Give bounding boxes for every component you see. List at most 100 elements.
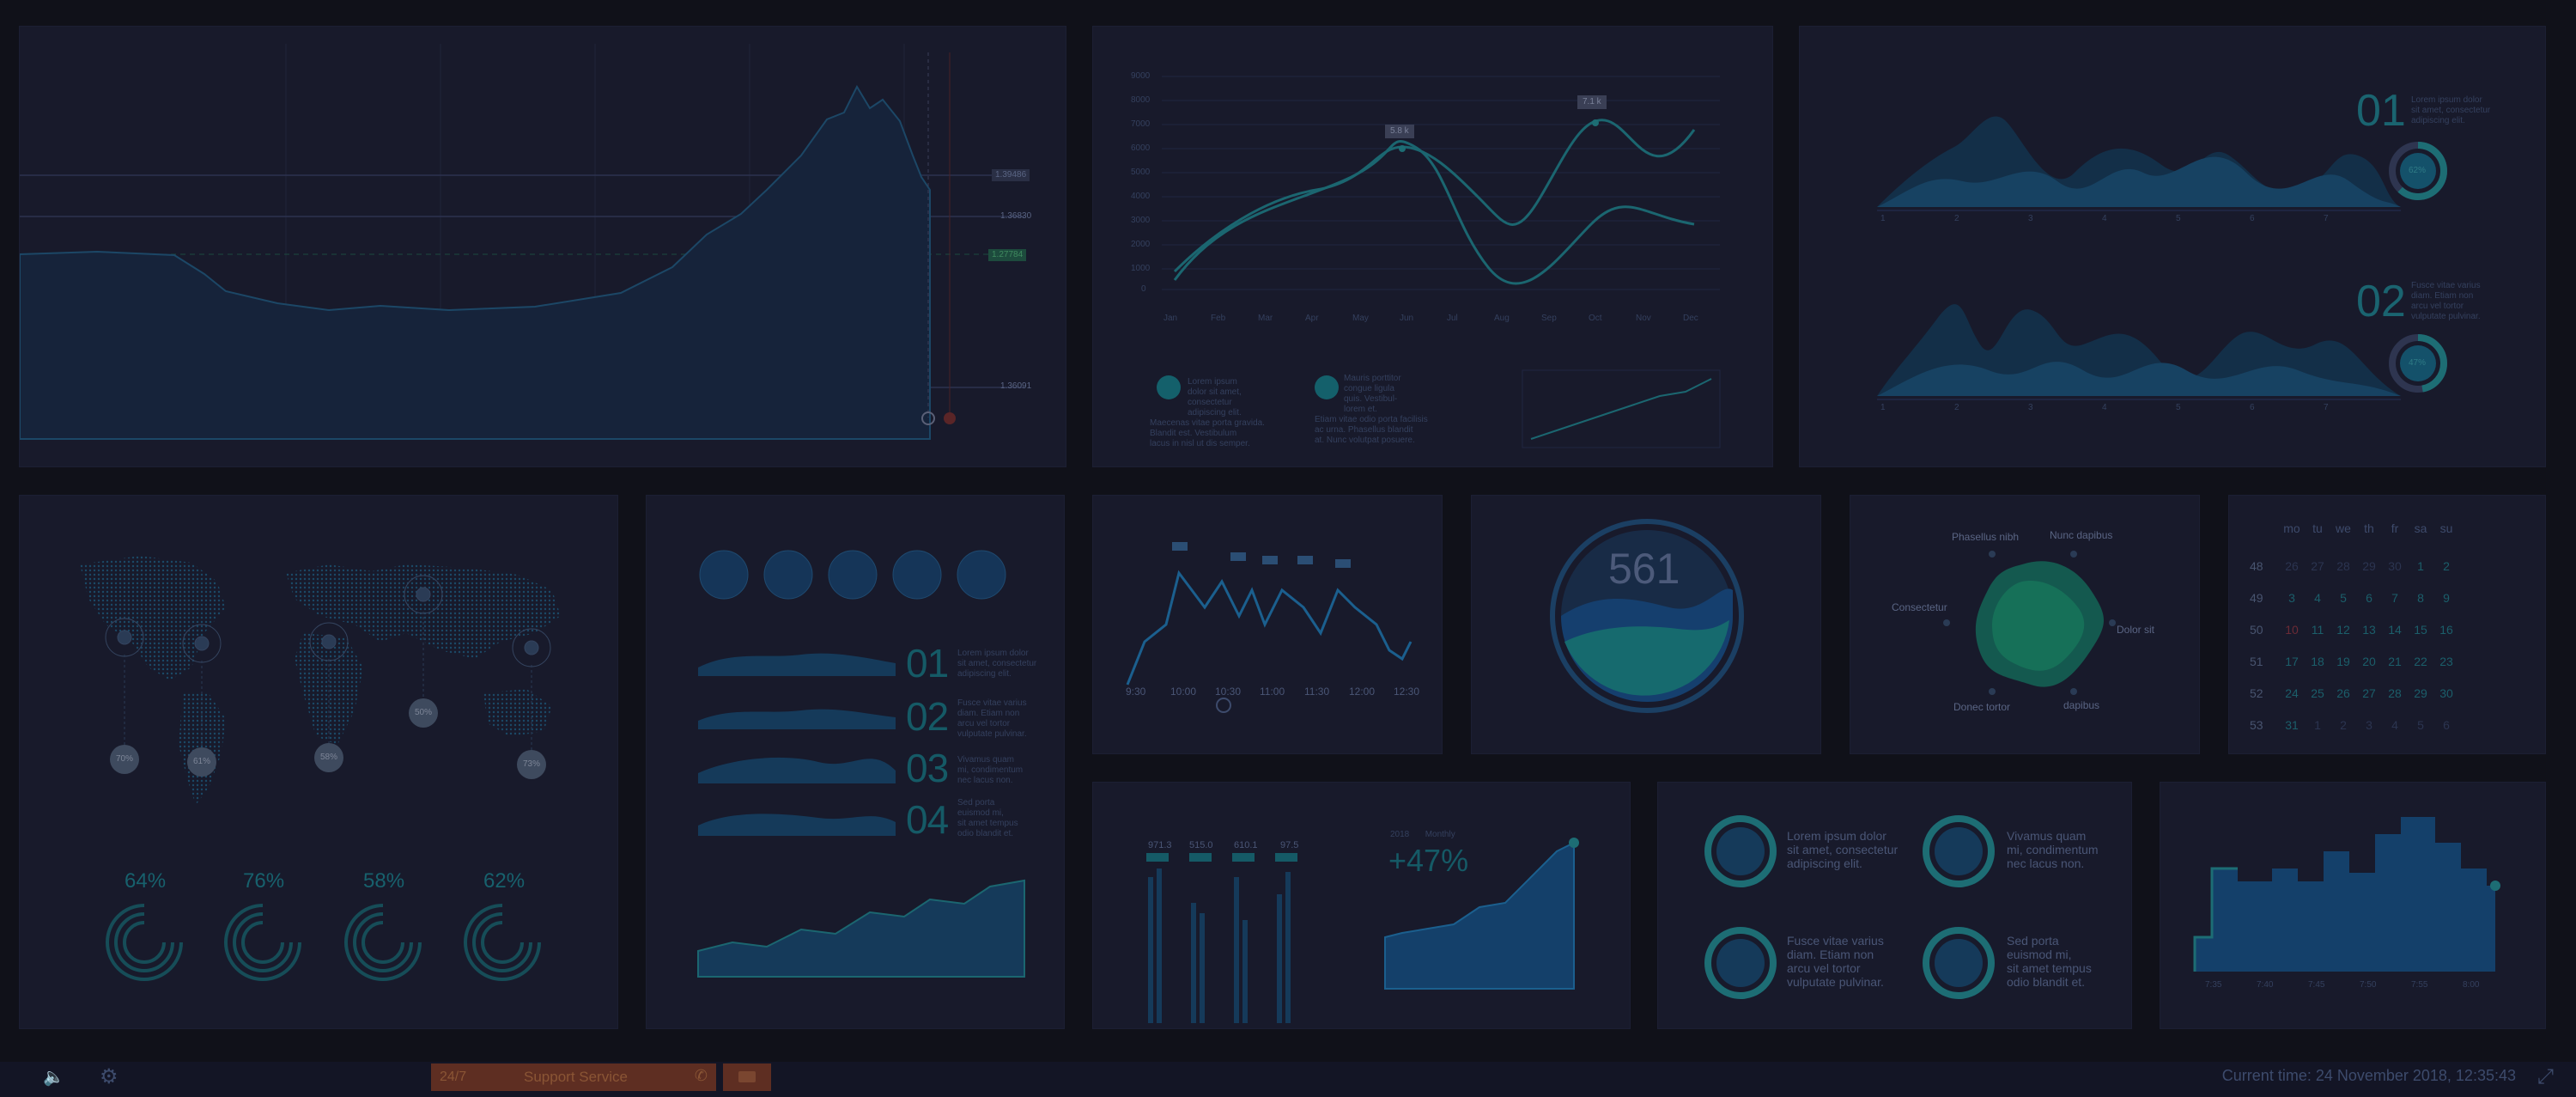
calendar-day[interactable]: 4 — [2382, 710, 2408, 740]
calendar-day[interactable]: 12 — [2330, 614, 2356, 645]
weekday: tu — [2312, 521, 2323, 535]
list-text: euismod mi, — [957, 808, 1004, 818]
y-tick: 2000 — [1131, 240, 1151, 249]
calendar-day[interactable]: 21 — [2382, 646, 2408, 677]
calendar-day[interactable]: 29 — [2356, 551, 2382, 582]
x-tick: 7:40 — [2257, 980, 2274, 990]
y-tick: 1000 — [1131, 264, 1151, 273]
calendar-day[interactable]: 16 — [2433, 614, 2459, 645]
circle-text: nec lacus non. — [2007, 856, 2085, 870]
calendar-day[interactable]: 26 — [2330, 678, 2356, 709]
x-tick: 9:30 — [1126, 686, 1146, 698]
line-chart-panel: 9000 8000 7000 6000 5000 4000 3000 2000 … — [1092, 26, 1773, 467]
x-tick: 7:45 — [2308, 980, 2325, 990]
calendar-day[interactable]: 25 — [2305, 678, 2330, 709]
list-number: 02 — [906, 694, 949, 739]
calendar-day[interactable]: 6 — [2433, 710, 2459, 740]
calendar-day[interactable]: 19 — [2330, 646, 2356, 677]
calendar-day[interactable]: 27 — [2305, 551, 2330, 582]
item-2-text: Fusce vitae varius diam. Etiam non arcu … — [2411, 281, 2481, 322]
calendar-day[interactable]: 4 — [2305, 582, 2330, 613]
week-number: 51 — [2250, 655, 2263, 668]
list-text: sit amet, consectetur — [957, 659, 1037, 668]
circle-text: Sed porta — [2007, 934, 2059, 948]
price-label: 1.39486 — [992, 169, 1030, 181]
item-text: vulputate pulvinar. — [2411, 312, 2481, 321]
calendar-day[interactable]: 15 — [2408, 614, 2433, 645]
wave-gauge — [1550, 519, 1744, 713]
support-service-button[interactable]: 24/7 Support Service ✆ — [431, 1063, 716, 1091]
calendar-day[interactable]: 5 — [2330, 582, 2356, 613]
circle-stats — [1704, 815, 1995, 999]
legend-line: Etiam vitae odio porta facilisis — [1315, 415, 1428, 424]
list-text: Fusce vitae varius — [957, 698, 1027, 708]
weekday: mo — [2283, 521, 2300, 535]
legend-line: dolor sit amet, — [1188, 387, 1242, 397]
time-cursor-icon[interactable] — [1216, 698, 1231, 713]
item-1-text: Lorem ipsum dolor sit amet, consectetur … — [2411, 95, 2490, 126]
volume-icon[interactable]: 🔈 — [43, 1066, 64, 1088]
legend-1-more: Maecenas vitae porta gravida. Blandit es… — [1150, 418, 1265, 449]
calendar-day[interactable]: 18 — [2305, 646, 2330, 677]
week-number: 48 — [2250, 559, 2263, 573]
calendar-day[interactable]: 26 — [2279, 551, 2305, 582]
list-item-text: Sed porta euismod mi, sit amet tempus od… — [957, 798, 1018, 839]
calendar-day[interactable]: 24 — [2279, 678, 2305, 709]
calendar-day[interactable]: 1 — [2408, 551, 2433, 582]
legend-line: Maecenas vitae porta gravida. — [1150, 418, 1265, 428]
calendar-day[interactable]: 2 — [2433, 551, 2459, 582]
calendar-week: 49 3 4 5 6 7 8 9 — [2250, 582, 2459, 614]
mail-button[interactable] — [723, 1063, 771, 1091]
calendar-day[interactable]: 20 — [2356, 646, 2382, 677]
calendar-day[interactable]: 14 — [2382, 614, 2408, 645]
calendar-header: mo tu we th fr sa su — [2279, 521, 2459, 537]
radar-label: Phasellus nibh — [1952, 531, 2020, 543]
x-tick: 5 — [2176, 214, 2181, 223]
histogram-panel: 7:35 7:40 7:45 7:50 7:55 8:00 — [2160, 782, 2546, 1029]
settings-icon[interactable]: ⚙ — [100, 1064, 118, 1089]
calendar-day[interactable]: 31 — [2279, 710, 2305, 740]
phone-icon: ✆ — [694, 1067, 708, 1084]
calendar-day[interactable]: 9 — [2433, 582, 2459, 613]
calendar-day[interactable]: 22 — [2408, 646, 2433, 677]
radar-panel: Phasellus nibh Nunc dapibus Consectetur … — [1850, 495, 2200, 754]
list-text: Lorem ipsum dolor — [957, 649, 1029, 658]
calendar-day[interactable]: 29 — [2408, 678, 2433, 709]
time-line-chart — [1126, 542, 1413, 713]
x-tick: 7 — [2324, 214, 2329, 223]
calendar-day[interactable]: 13 — [2356, 614, 2382, 645]
calendar-day[interactable]: 3 — [2279, 582, 2305, 613]
x-tick: 7 — [2324, 403, 2329, 412]
circle-text: adipiscing elit. — [1787, 856, 1862, 870]
calendar-day[interactable]: 7 — [2382, 582, 2408, 613]
calendar-day[interactable]: 8 — [2408, 582, 2433, 613]
list-text: Sed porta — [957, 798, 995, 808]
calendar-day[interactable]: 30 — [2382, 551, 2408, 582]
close-marker-icon[interactable] — [944, 412, 956, 424]
calendar-day[interactable]: 10 — [2279, 614, 2305, 645]
week-number: 52 — [2250, 686, 2263, 700]
calendar-day[interactable]: 11 — [2305, 614, 2330, 645]
calendar-day[interactable]: 3 — [2356, 710, 2382, 740]
calendar-day[interactable]: 5 — [2408, 710, 2433, 740]
calendar-day[interactable]: 28 — [2330, 551, 2356, 582]
x-tick: Aug — [1494, 314, 1510, 323]
weekday: we — [2336, 521, 2351, 535]
calendar-day[interactable]: 17 — [2279, 646, 2305, 677]
calendar-day[interactable]: 28 — [2382, 678, 2408, 709]
x-tick: Jan — [1163, 314, 1178, 323]
calendar-day[interactable]: 27 — [2356, 678, 2382, 709]
calendar-day[interactable]: 2 — [2330, 710, 2356, 740]
calendar-day[interactable]: 30 — [2433, 678, 2459, 709]
calendar-day[interactable]: 23 — [2433, 646, 2459, 677]
legend-item: 2018 — [1390, 830, 1410, 839]
week-number: 53 — [2250, 718, 2263, 732]
calendar-day[interactable]: 1 — [2305, 710, 2330, 740]
calendar-day[interactable]: 6 — [2356, 582, 2382, 613]
x-tick: 2 — [1954, 214, 1959, 223]
legend-line: congue ligula — [1344, 384, 1394, 393]
circle-text-4: Sed porta euismod mi, sit amet tempus od… — [2007, 934, 2092, 989]
expand-icon[interactable]: ⤢ — [2537, 1065, 2554, 1089]
legend-line: lacus in nisl ut dis semper. — [1150, 439, 1250, 448]
gauge-value: 561 — [1608, 545, 1680, 593]
